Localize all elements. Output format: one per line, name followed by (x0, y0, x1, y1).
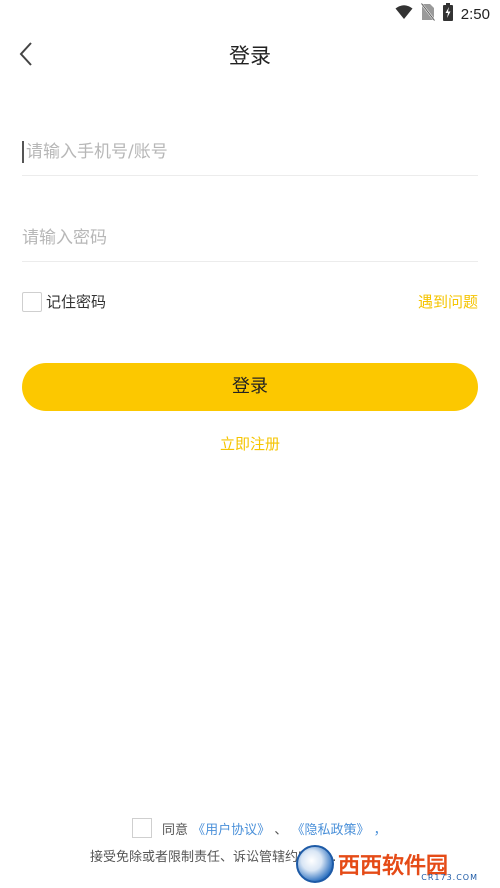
status-icons: 2:50 (395, 2, 490, 25)
password-input[interactable] (22, 215, 478, 261)
wifi-icon (395, 4, 413, 24)
status-bar: 2:50 (0, 0, 500, 28)
no-sim-icon (420, 2, 436, 25)
having-problems-link[interactable]: 遇到问题 (418, 291, 478, 313)
watermark-logo: 西西软件园 CR173.COM (296, 844, 496, 884)
text-caret (22, 141, 24, 163)
remember-password-checkbox[interactable] (22, 292, 42, 312)
agreement-separator: 、 (274, 823, 288, 838)
register-link: 立即注册 (0, 433, 500, 454)
agreement-prefix: 同意 (162, 823, 189, 838)
remember-row: 记住密码 遇到问题 (22, 291, 478, 315)
phone-account-input[interactable] (22, 129, 482, 175)
remember-password-label[interactable]: 记住密码 (46, 291, 106, 313)
battery-charging-icon (442, 3, 453, 25)
watermark-subtext: CR173.COM (421, 873, 478, 882)
password-field-wrapper (22, 215, 478, 262)
user-agreement-link[interactable]: 《用户协议》 (192, 823, 270, 838)
agreement-text: 同意 《用户协议》 、 《隐私政策》 ， (162, 819, 387, 838)
privacy-policy-link[interactable]: 《隐私政策》 (291, 823, 369, 838)
agreement-suffix: ， (373, 823, 387, 838)
status-time: 2:50 (460, 5, 490, 23)
watermark-globe-icon (296, 845, 334, 883)
register-now-link[interactable]: 立即注册 (220, 435, 280, 453)
header: 登录 (0, 28, 500, 80)
login-button[interactable]: 登录 (22, 363, 478, 411)
phone-field-wrapper (22, 129, 482, 176)
page-title: 登录 (229, 44, 271, 68)
agreement-checkbox[interactable] (132, 818, 152, 838)
agreement-row: 同意 《用户协议》 、 《隐私政策》 ， (0, 818, 500, 840)
